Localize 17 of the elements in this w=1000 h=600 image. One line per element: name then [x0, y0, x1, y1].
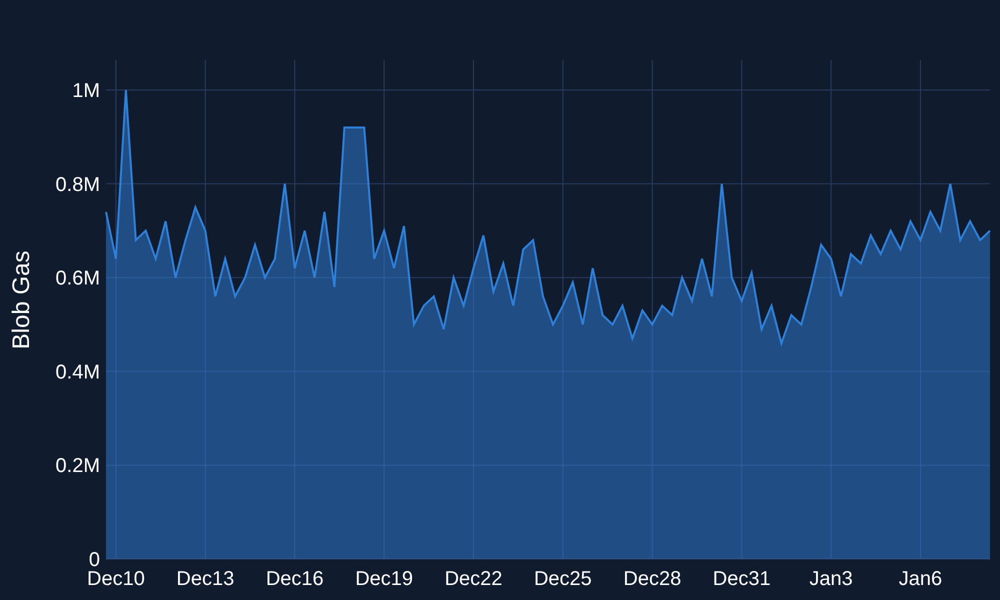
axis-tick-label: 0.6M: [56, 268, 100, 290]
axis-tick-label: Jan3: [809, 568, 853, 590]
axis-tick-label: Dec10: [87, 568, 145, 590]
axis-tick-label: 0.8M: [56, 174, 100, 196]
axis-tick-label: 0.4M: [56, 361, 100, 384]
axis-tick-label: Dec19: [355, 568, 414, 590]
axis-tick-label: Dec13: [176, 568, 234, 590]
axis-tick-label: 0: [88, 549, 100, 571]
axis-tick-label: 0.2M: [56, 455, 100, 478]
axis-tick-label: Dec31: [712, 568, 771, 590]
axis-tick-label: Dec16: [266, 568, 324, 590]
axis-tick-label: Dec25: [534, 568, 592, 590]
axis-title: Blob Gas: [8, 250, 35, 350]
axis-tick-label: 1M: [72, 80, 100, 102]
axis-tick-label: Jan6: [898, 568, 942, 590]
axis-tick-label: Dec28: [623, 568, 682, 590]
axis-tick-label: Dec22: [444, 568, 502, 590]
